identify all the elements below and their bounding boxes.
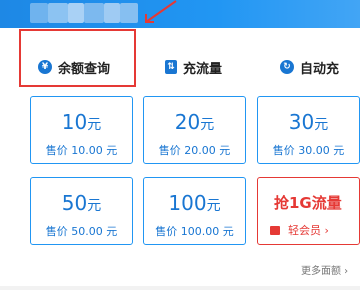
red-arrow-annotation (145, 0, 177, 23)
card-amount: 30元 (288, 110, 329, 134)
card-amount: 20元 (174, 110, 215, 134)
gift-icon (270, 225, 280, 235)
card-price: 售价 20.00 元 (158, 144, 231, 157)
blurred-phone-segment (104, 3, 120, 23)
refresh-icon: ↻ (280, 60, 294, 74)
red-highlight-box (19, 29, 136, 87)
tab-auto-recharge[interactable]: ↻ 自动充 (280, 57, 339, 77)
blurred-phone-segment (120, 3, 138, 23)
recharge-option-card[interactable]: 30元 售价 30.00 元 (257, 96, 360, 164)
promo-brand-link: 轻会员 › (288, 224, 329, 237)
promo-data-card[interactable]: 抢1G流量 轻会员 › (257, 177, 360, 245)
blurred-phone-segment (68, 3, 84, 23)
recharge-option-card[interactable]: 100元 售价 100.00 元 (143, 177, 246, 245)
card-price: 售价 10.00 元 (45, 144, 118, 157)
blurred-phone-segment (84, 3, 104, 23)
card-amount: 100元 (168, 191, 221, 215)
card-amount: 50元 (61, 191, 102, 215)
recharge-option-card[interactable]: 20元 售价 20.00 元 (143, 96, 246, 164)
card-price: 售价 50.00 元 (45, 225, 118, 238)
tab-label: 自动充 (300, 61, 340, 77)
flow-icon: ⇅ (165, 60, 177, 74)
card-price: 售价 30.00 元 (272, 144, 345, 157)
card-price: 售价 100.00 元 (155, 225, 234, 238)
blurred-phone-segment (48, 3, 68, 23)
recharge-option-card[interactable]: 10元 售价 10.00 元 (30, 96, 133, 164)
promo-subline: 轻会员 › (270, 222, 329, 238)
tab-label: 充流量 (183, 61, 223, 77)
top-header-bar (0, 0, 360, 28)
more-denominations-link[interactable]: 更多面额 › (301, 262, 348, 277)
blurred-phone-segment (30, 3, 48, 23)
tab-recharge-data[interactable]: ⇅ 充流量 (165, 57, 222, 77)
bottom-divider (0, 286, 360, 290)
card-amount: 10元 (61, 110, 102, 134)
recharge-option-card[interactable]: 50元 售价 50.00 元 (30, 177, 133, 245)
promo-title: 抢1G流量 (274, 194, 342, 212)
